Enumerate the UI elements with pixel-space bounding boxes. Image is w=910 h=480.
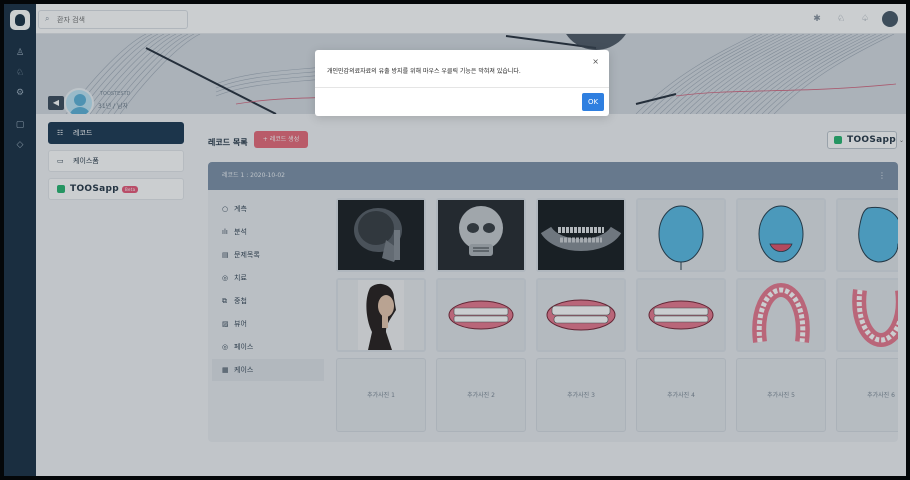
close-icon[interactable]: × bbox=[592, 57, 599, 66]
modal-overlay[interactable]: 개인민감의료자료의 유출 방지를 위해 마우스 우클릭 기능은 막혀져 있습니다… bbox=[0, 0, 910, 480]
ok-button[interactable]: OK bbox=[582, 93, 604, 111]
alert-message: 개인민감의료자료의 유출 방지를 위해 마우스 우클릭 기능은 막혀져 있습니다… bbox=[327, 68, 521, 75]
divider bbox=[315, 87, 609, 88]
alert-dialog: 개인민감의료자료의 유출 방지를 위해 마우스 우클릭 기능은 막혀져 있습니다… bbox=[315, 50, 609, 116]
